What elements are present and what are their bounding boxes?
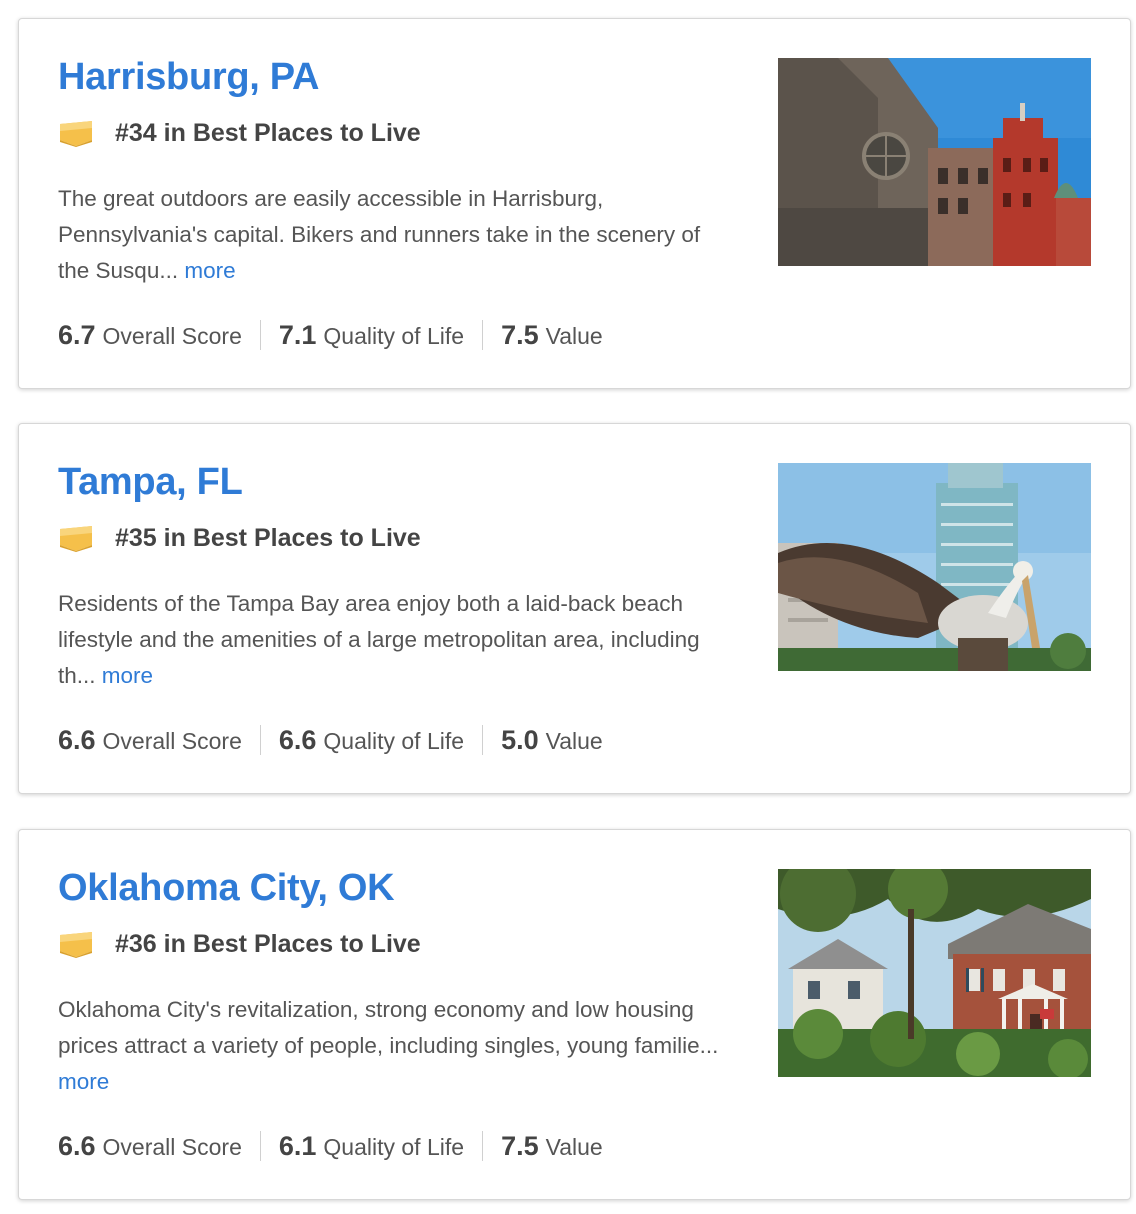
place-card-harrisburg: Harrisburg, PA #34 in Best Places to Liv… [18, 18, 1131, 389]
rank-text: #34 in Best Places to Live [115, 118, 421, 147]
value-score: 7.5 Value [501, 320, 603, 351]
quality-score-value: 6.1 [278, 1130, 317, 1161]
more-link[interactable]: more [102, 663, 153, 688]
overall-score-label: Overall Score [102, 727, 242, 754]
value-score: 5.0 Value [501, 725, 603, 756]
rank-text: #35 in Best Places to Live [115, 523, 421, 552]
value-score-value: 7.5 [501, 1130, 539, 1161]
quality-score-label: Quality of Life [323, 727, 465, 754]
place-title-link[interactable]: Oklahoma City, OK [58, 867, 395, 910]
score-divider [482, 1131, 484, 1161]
quality-score-label: Quality of Life [323, 322, 465, 349]
value-score-label: Value [545, 1133, 603, 1160]
rank-row: #34 in Best Places to Live [59, 115, 421, 151]
score-divider [482, 725, 484, 755]
score-divider [259, 725, 261, 755]
description-text: Residents of the Tampa Bay area enjoy bo… [58, 591, 700, 688]
score-row: 6.6 Overall Score 6.1 Quality of Life 7.… [58, 1126, 603, 1166]
value-score-value: 7.5 [501, 319, 539, 350]
more-link[interactable]: more [184, 258, 235, 283]
place-card-tampa: Tampa, FL #35 in Best Places to Live Res… [18, 423, 1131, 794]
score-row: 6.7 Overall Score 7.1 Quality of Life 7.… [58, 315, 603, 355]
badge-icon [60, 932, 92, 958]
score-divider [259, 1131, 261, 1161]
place-title-link[interactable]: Harrisburg, PA [58, 56, 319, 99]
description-text: Oklahoma City's revitalization, strong e… [58, 997, 719, 1058]
rank-text: #36 in Best Places to Live [115, 929, 421, 958]
more-link[interactable]: more [58, 1069, 109, 1094]
overall-score-value: 6.6 [58, 724, 96, 755]
score-divider [482, 320, 484, 350]
quality-score-value: 7.1 [278, 319, 317, 350]
score-row: 6.6 Overall Score 6.6 Quality of Life 5.… [58, 720, 603, 760]
value-score: 7.5 Value [501, 1131, 603, 1162]
overall-score: 6.6 Overall Score [58, 725, 242, 756]
badge-icon [60, 526, 92, 552]
overall-score-value: 6.7 [58, 319, 96, 350]
overall-score-label: Overall Score [102, 1133, 242, 1160]
overall-score: 6.6 Overall Score [58, 1131, 242, 1162]
place-photo-oklahoma-city[interactable] [778, 869, 1091, 1077]
overall-score: 6.7 Overall Score [58, 320, 242, 351]
place-photo-tampa[interactable] [778, 463, 1091, 671]
quality-score-value: 6.6 [278, 724, 317, 755]
score-divider [259, 320, 261, 350]
quality-of-life-score: 6.1 Quality of Life [279, 1131, 464, 1162]
place-card-oklahoma-city: Oklahoma City, OK #36 in Best Places to … [18, 829, 1131, 1200]
overall-score-label: Overall Score [102, 322, 242, 349]
badge-icon [60, 121, 92, 147]
rank-row: #36 in Best Places to Live [59, 926, 421, 962]
quality-of-life-score: 6.6 Quality of Life [279, 725, 464, 756]
description-text: The great outdoors are easily accessible… [58, 186, 701, 283]
overall-score-value: 6.6 [58, 1130, 96, 1161]
quality-of-life-score: 7.1 Quality of Life [279, 320, 464, 351]
place-photo-harrisburg[interactable] [778, 58, 1091, 266]
place-description: Residents of the Tampa Bay area enjoy bo… [58, 586, 728, 694]
value-score-label: Value [545, 727, 603, 754]
quality-score-label: Quality of Life [323, 1133, 465, 1160]
rank-row: #35 in Best Places to Live [59, 520, 421, 556]
places-list: Harrisburg, PA #34 in Best Places to Liv… [0, 0, 1136, 1214]
value-score-label: Value [545, 322, 603, 349]
value-score-value: 5.0 [501, 724, 539, 755]
place-description: The great outdoors are easily accessible… [58, 181, 728, 289]
place-description: Oklahoma City's revitalization, strong e… [58, 992, 728, 1100]
place-title-link[interactable]: Tampa, FL [58, 461, 243, 504]
